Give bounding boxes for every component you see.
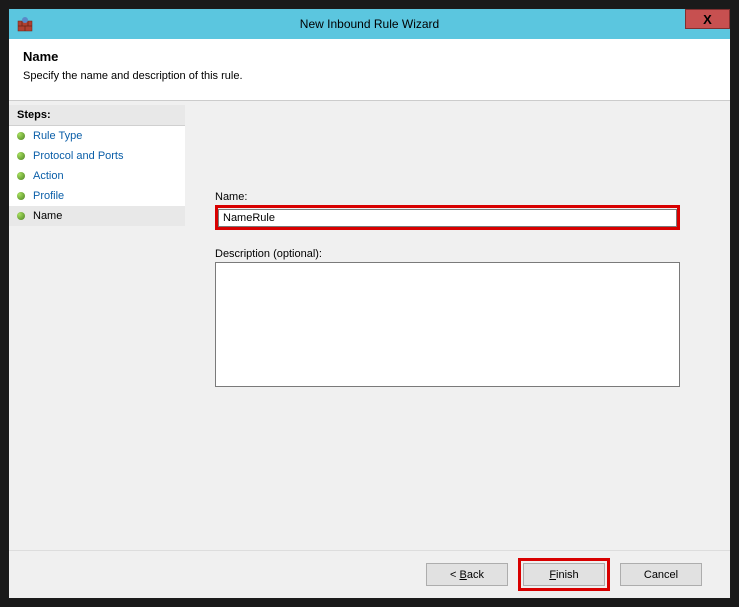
- bullet-icon: [17, 192, 25, 200]
- sidebar-item-label: Protocol and Ports: [33, 150, 124, 162]
- close-button[interactable]: X: [685, 9, 730, 29]
- bullet-icon: [17, 212, 25, 220]
- sidebar-item-label: Name: [33, 210, 62, 222]
- cancel-button-label: Cancel: [644, 569, 678, 581]
- wizard-body: Steps: Rule Type Protocol and Ports Acti…: [9, 101, 730, 550]
- wizard-header: Name Specify the name and description of…: [9, 39, 730, 101]
- wizard-footer: < Back Finish Cancel: [9, 550, 730, 598]
- back-button[interactable]: < Back: [426, 563, 508, 586]
- window-title: New Inbound Rule Wizard: [9, 17, 730, 31]
- sidebar-item-label: Profile: [33, 190, 64, 202]
- sidebar-item-protocol-ports[interactable]: Protocol and Ports: [9, 146, 185, 166]
- steps-sidebar: Steps: Rule Type Protocol and Ports Acti…: [9, 101, 185, 550]
- back-button-label: < Back: [450, 569, 484, 581]
- page-title: Name: [23, 49, 716, 64]
- sidebar-item-profile[interactable]: Profile: [9, 186, 185, 206]
- description-label: Description (optional):: [215, 248, 680, 260]
- bullet-icon: [17, 152, 25, 160]
- finish-button-label: Finish: [549, 569, 578, 581]
- content: Name Specify the name and description of…: [9, 39, 730, 598]
- page-subtitle: Specify the name and description of this…: [23, 70, 716, 82]
- sidebar-item-label: Rule Type: [33, 130, 82, 142]
- finish-button-highlight: Finish: [518, 558, 610, 591]
- name-label: Name:: [215, 191, 680, 203]
- titlebar[interactable]: New Inbound Rule Wizard X: [9, 9, 730, 39]
- sidebar-item-rule-type[interactable]: Rule Type: [9, 126, 185, 146]
- sidebar-item-action[interactable]: Action: [9, 166, 185, 186]
- cancel-button[interactable]: Cancel: [620, 563, 702, 586]
- bullet-icon: [17, 132, 25, 140]
- firewall-icon: [17, 16, 33, 32]
- sidebar-item-label: Action: [33, 170, 64, 182]
- name-input[interactable]: [218, 209, 677, 227]
- description-textarea[interactable]: [215, 262, 680, 387]
- bullet-icon: [17, 172, 25, 180]
- name-input-highlight: [215, 205, 680, 230]
- titlebar-controls: X: [685, 9, 730, 29]
- sidebar-item-name[interactable]: Name: [9, 206, 185, 226]
- finish-button[interactable]: Finish: [523, 563, 605, 586]
- close-icon: X: [703, 12, 712, 27]
- steps-header: Steps:: [9, 105, 185, 126]
- wizard-window: New Inbound Rule Wizard X Name Specify t…: [8, 8, 731, 599]
- main-panel: Name: Description (optional):: [185, 101, 730, 550]
